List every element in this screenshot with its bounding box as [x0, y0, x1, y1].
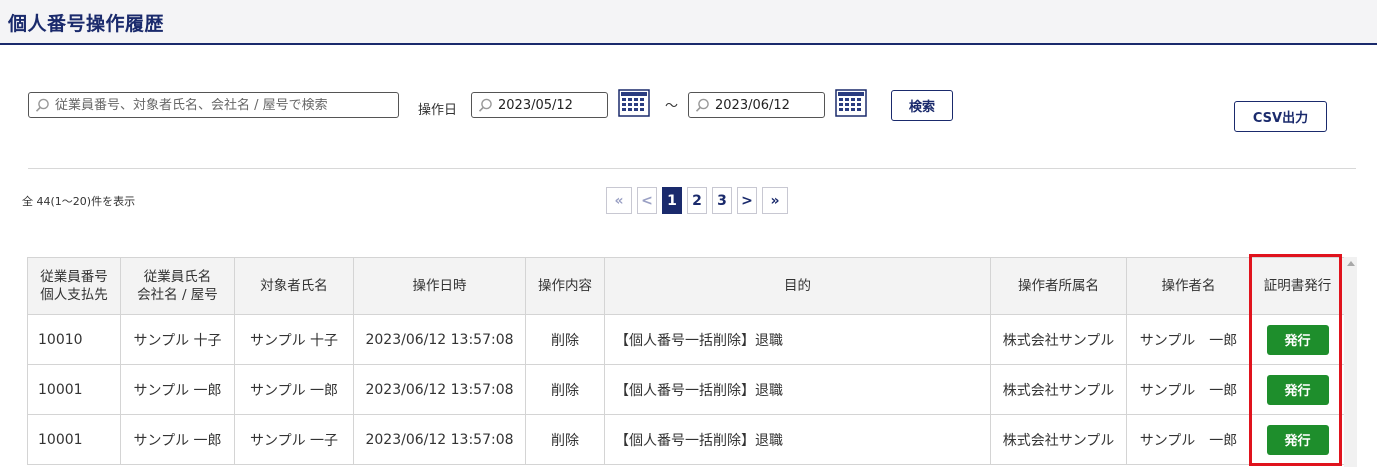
page-header: 個人番号操作履歴 — [0, 0, 1377, 45]
col-header-operator-org[interactable]: 操作者所属名 — [990, 257, 1127, 315]
cell-operator-name: サンプル 一郎 — [1126, 414, 1251, 465]
col-header-operation[interactable]: 操作内容 — [525, 257, 605, 315]
keyword-search-input[interactable] — [55, 97, 398, 113]
cell-operator-name: サンプル 一郎 — [1126, 314, 1251, 365]
cell-target-name: サンプル 一郎 — [234, 364, 354, 415]
cell-datetime: 2023/06/12 13:57:08 — [353, 314, 526, 365]
calendar-to-icon[interactable] — [835, 89, 867, 117]
pagination: « < 1 2 3 > » — [606, 187, 788, 214]
cell-operation: 削除 — [525, 414, 605, 465]
first-page-button[interactable]: « — [606, 187, 632, 214]
page-3-button[interactable]: 3 — [712, 187, 732, 214]
cell-operation: 削除 — [525, 314, 605, 365]
search-button[interactable]: 検索 — [891, 90, 953, 121]
table-scrollbar[interactable] — [1344, 257, 1357, 467]
prev-page-button[interactable]: < — [637, 187, 657, 214]
csv-export-button[interactable]: CSV出力 — [1234, 101, 1327, 132]
table-row: 10001 サンプル 一郎 サンプル 一子 2023/06/12 13:57:0… — [27, 414, 1345, 465]
cell-operator-org: 株式会社サンプル — [990, 364, 1127, 415]
col-header-operator-name[interactable]: 操作者名 — [1126, 257, 1251, 315]
cell-operation: 削除 — [525, 364, 605, 415]
issue-certificate-button[interactable]: 発行 — [1266, 424, 1329, 455]
issue-certificate-button[interactable]: 発行 — [1266, 374, 1329, 405]
search-icon — [695, 98, 709, 112]
range-separator: ～ — [665, 99, 679, 114]
cell-operator-org: 株式会社サンプル — [990, 414, 1127, 465]
cell-operator-name: サンプル 一郎 — [1126, 364, 1251, 415]
keyword-search-box[interactable] — [28, 92, 399, 118]
cell-certificate: 発行 — [1250, 364, 1345, 415]
scroll-up-arrow-icon[interactable] — [1347, 261, 1355, 266]
cell-certificate: 発行 — [1250, 414, 1345, 465]
date-from-box[interactable] — [471, 92, 608, 118]
date-from-input[interactable] — [498, 97, 607, 113]
date-to-input[interactable] — [715, 97, 824, 113]
col-header-target-name[interactable]: 対象者氏名 — [234, 257, 354, 315]
cell-emp-no: 10010 — [27, 314, 121, 365]
cell-datetime: 2023/06/12 13:57:08 — [353, 414, 526, 465]
col-header-emp-name[interactable]: 従業員氏名 会社名 / 屋号 — [120, 257, 235, 315]
cell-target-name: サンプル 十子 — [234, 314, 354, 365]
cell-emp-name: サンプル 一郎 — [120, 364, 235, 415]
page-1-button[interactable]: 1 — [662, 187, 682, 214]
cell-purpose: 【個人番号一括削除】退職 — [604, 414, 991, 465]
divider — [28, 168, 1356, 169]
search-icon — [478, 98, 492, 112]
history-table: 従業員番号 個人支払先 従業員氏名 会社名 / 屋号 対象者氏名 操作日時 操作内容… — [27, 257, 1345, 465]
result-count: 全 44(1～20)件を表示 — [22, 195, 136, 208]
search-icon — [35, 98, 49, 112]
cell-operator-org: 株式会社サンプル — [990, 314, 1127, 365]
col-header-datetime[interactable]: 操作日時 — [353, 257, 526, 315]
date-to-box[interactable] — [688, 92, 825, 118]
col-header-purpose[interactable]: 目的 — [604, 257, 991, 315]
cell-purpose: 【個人番号一括削除】退職 — [604, 314, 991, 365]
issue-certificate-button[interactable]: 発行 — [1266, 324, 1329, 355]
last-page-button[interactable]: » — [762, 187, 788, 214]
page-2-button[interactable]: 2 — [687, 187, 707, 214]
cell-emp-name: サンプル 一郎 — [120, 414, 235, 465]
cell-purpose: 【個人番号一括削除】退職 — [604, 364, 991, 415]
cell-datetime: 2023/06/12 13:57:08 — [353, 364, 526, 415]
cell-target-name: サンプル 一子 — [234, 414, 354, 465]
cell-emp-name: サンプル 十子 — [120, 314, 235, 365]
calendar-from-icon[interactable] — [618, 89, 650, 117]
table-header-row: 従業員番号 個人支払先 従業員氏名 会社名 / 屋号 対象者氏名 操作日時 操作内容… — [27, 257, 1345, 315]
table-row: 10001 サンプル 一郎 サンプル 一郎 2023/06/12 13:57:0… — [27, 364, 1345, 415]
col-header-emp-no[interactable]: 従業員番号 個人支払先 — [27, 257, 121, 315]
col-header-certificate: 証明書発行 — [1250, 257, 1345, 315]
cell-emp-no: 10001 — [27, 364, 121, 415]
page-title: 個人番号操作履歴 — [8, 13, 165, 35]
operation-date-label: 操作日 — [418, 103, 458, 118]
cell-emp-no: 10001 — [27, 414, 121, 465]
table-row: 10010 サンプル 十子 サンプル 十子 2023/06/12 13:57:0… — [27, 314, 1345, 365]
cell-certificate: 発行 — [1250, 314, 1345, 365]
next-page-button[interactable]: > — [737, 187, 757, 214]
